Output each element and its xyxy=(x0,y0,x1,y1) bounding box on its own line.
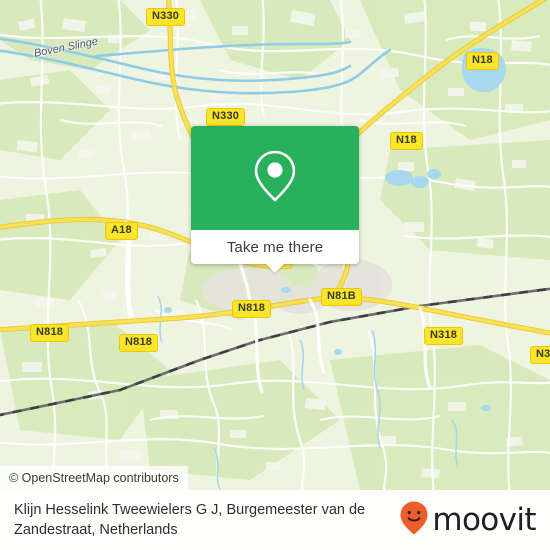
road-shield-n818-left[interactable]: N818 xyxy=(30,324,70,342)
popup-action-area[interactable]: Take me there xyxy=(191,230,359,273)
road-shield-n330-mid[interactable]: N330 xyxy=(206,108,246,126)
moovit-wordmark: moovit xyxy=(432,501,536,538)
map-screenshot: Boven Slinge N330 N330 N18 N18 A18 N818 … xyxy=(0,0,550,550)
attribution-text: © OpenStreetMap contributors xyxy=(9,471,179,485)
map-attribution: © OpenStreetMap contributors xyxy=(0,466,188,490)
moovit-brand[interactable]: moovit xyxy=(399,500,537,541)
road-shield-n818-center[interactable]: N818 xyxy=(232,300,272,318)
road-shield-n3-edge[interactable]: N3 xyxy=(530,346,550,364)
road-shield-n18-top[interactable]: N18 xyxy=(466,52,499,70)
location-popup-card[interactable]: Take me there xyxy=(191,126,359,273)
road-shield-a18[interactable]: A18 xyxy=(105,222,138,240)
moovit-pin-logo-icon xyxy=(399,500,429,541)
footer-bar: Klijn Hesselink Tweewielers G J, Burgeme… xyxy=(0,490,550,550)
road-shield-n18-mid[interactable]: N18 xyxy=(390,132,423,150)
road-shield-n318[interactable]: N318 xyxy=(424,327,464,345)
popup-tail-pointer xyxy=(265,263,285,273)
take-me-there-button[interactable]: Take me there xyxy=(227,239,323,256)
road-shield-n81b[interactable]: N81B xyxy=(321,288,362,306)
map-pin-icon xyxy=(253,149,297,208)
road-shield-n330-top[interactable]: N330 xyxy=(146,8,186,26)
road-shield-n818-left2[interactable]: N818 xyxy=(119,334,159,352)
popup-image-area xyxy=(191,126,359,230)
location-title: Klijn Hesselink Tweewielers G J, Burgeme… xyxy=(14,502,366,538)
